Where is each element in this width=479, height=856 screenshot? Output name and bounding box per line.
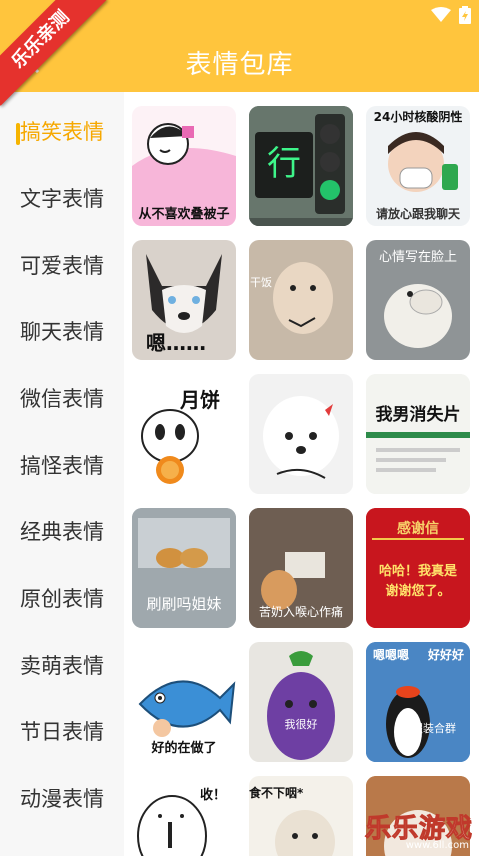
sticker-tile[interactable]: 24小时核酸阴性 请放心跟我聊天: [366, 106, 470, 226]
sidebar-item-label: 经典表情: [20, 520, 104, 544]
sticker-tile[interactable]: 心情写在脸上: [366, 240, 470, 360]
sidebar-item-holiday[interactable]: 节日表情: [0, 698, 124, 764]
sticker-tile[interactable]: 干饭: [249, 240, 353, 360]
sticker-caption: 月饼: [180, 388, 220, 412]
battery-icon: [459, 6, 471, 24]
sticker-tile[interactable]: 食不下咽*: [249, 776, 353, 856]
sidebar-item-label: 节日表情: [20, 720, 104, 744]
sticker-grid: 从不喜欢叠被子 行 24小时核酸阴性 请放心跟我聊天 嗯…… 干饭 心情写在脸上…: [124, 92, 479, 856]
sticker-caption-top: 24小时核酸阴性: [373, 110, 463, 124]
sticker-tile[interactable]: 好的在做了: [132, 642, 236, 762]
sticker-tile[interactable]: 感谢信 哈哈！我真是谢谢您了。: [366, 508, 470, 628]
sidebar-item-weird[interactable]: 搞怪表情: [0, 432, 124, 498]
sticker-caption-right: 好好好: [427, 648, 464, 662]
sticker-caption: 从不喜欢叠被子: [138, 207, 230, 222]
sticker-tile[interactable]: 我很好: [249, 642, 353, 762]
sidebar-item-label: 原创表情: [20, 587, 104, 611]
sticker-tile[interactable]: 我男消失片: [366, 374, 470, 494]
sticker-caption: 食不下咽*: [249, 786, 304, 800]
sticker-caption: 我很好: [284, 718, 318, 731]
sticker-caption: 心情写在脸上: [378, 250, 457, 265]
sidebar-item-anime[interactable]: 动漫表情: [0, 765, 124, 831]
sidebar-item-classic[interactable]: 经典表情: [0, 498, 124, 564]
sticker-caption: 好的在做了: [151, 741, 217, 756]
sticker-tile[interactable]: 嗯嗯嗯 好好好 假装合群: [366, 642, 470, 762]
sticker-caption: 我男消失片: [375, 405, 461, 425]
sticker-tile[interactable]: 行: [249, 106, 353, 226]
sidebar-item-adorable[interactable]: 卖萌表情: [0, 632, 124, 698]
sidebar-item-label: 搞笑表情: [20, 120, 104, 144]
sidebar-item-wechat[interactable]: 微信表情: [0, 365, 124, 431]
sticker-caption-top: 嗯嗯嗯: [372, 648, 409, 662]
sidebar-item-text[interactable]: 文字表情: [0, 165, 124, 231]
sticker-caption-top: 感谢信: [397, 521, 439, 537]
sticker-caption: 行: [267, 144, 301, 184]
page-title: 表情包库: [185, 50, 294, 80]
sidebar-item-label: 卖萌表情: [20, 654, 104, 678]
sticker-caption: 干饭: [250, 276, 272, 289]
active-indicator: [16, 123, 20, 145]
sticker-caption: 收！: [200, 788, 227, 803]
sticker-caption: 苦奶入喉心作痛: [258, 605, 343, 619]
sticker-caption: 哈哈！我真是谢谢您了。: [378, 564, 457, 599]
sidebar-item-original[interactable]: 原创表情: [0, 565, 124, 631]
sidebar-item-label: 可爱表情: [20, 254, 104, 278]
sticker-tile[interactable]: 收！: [132, 776, 236, 856]
watermark-url: www.6ll.com: [405, 840, 469, 851]
sticker-caption: 假装合群: [412, 722, 456, 735]
sidebar-item-chat[interactable]: 聊天表情: [0, 298, 124, 364]
sidebar-item-cute[interactable]: 可爱表情: [0, 232, 124, 298]
sticker-tile[interactable]: 从不喜欢叠被子: [132, 106, 236, 226]
sticker-caption: 刷刷吗姐妹: [146, 595, 222, 613]
sidebar-item-funny[interactable]: 搞笑表情: [0, 98, 124, 164]
sticker-tile[interactable]: 嗯……: [132, 240, 236, 360]
sticker-tile[interactable]: 刷刷吗姐妹: [132, 508, 236, 628]
sticker-tile[interactable]: 月饼: [132, 374, 236, 494]
category-sidebar: 搞笑表情 文字表情 可爱表情 聊天表情 微信表情 搞怪表情 经典表情 原创表情 …: [0, 92, 124, 856]
sticker-tile[interactable]: 苦奶入喉心作痛: [249, 508, 353, 628]
sidebar-item-label: 搞怪表情: [20, 454, 104, 478]
sticker-caption: 嗯……: [146, 331, 206, 355]
sidebar-item-label: 微信表情: [20, 387, 104, 411]
sidebar-item-label: 聊天表情: [20, 320, 104, 344]
sticker-caption: 请放心跟我聊天: [375, 207, 460, 221]
sidebar-item-label: 动漫表情: [20, 787, 104, 811]
sidebar-item-label: 文字表情: [20, 187, 104, 211]
site-watermark: 乐乐游戏 www.6ll.com: [363, 808, 475, 852]
sticker-tile[interactable]: [249, 374, 353, 494]
wifi-icon: [431, 7, 451, 22]
